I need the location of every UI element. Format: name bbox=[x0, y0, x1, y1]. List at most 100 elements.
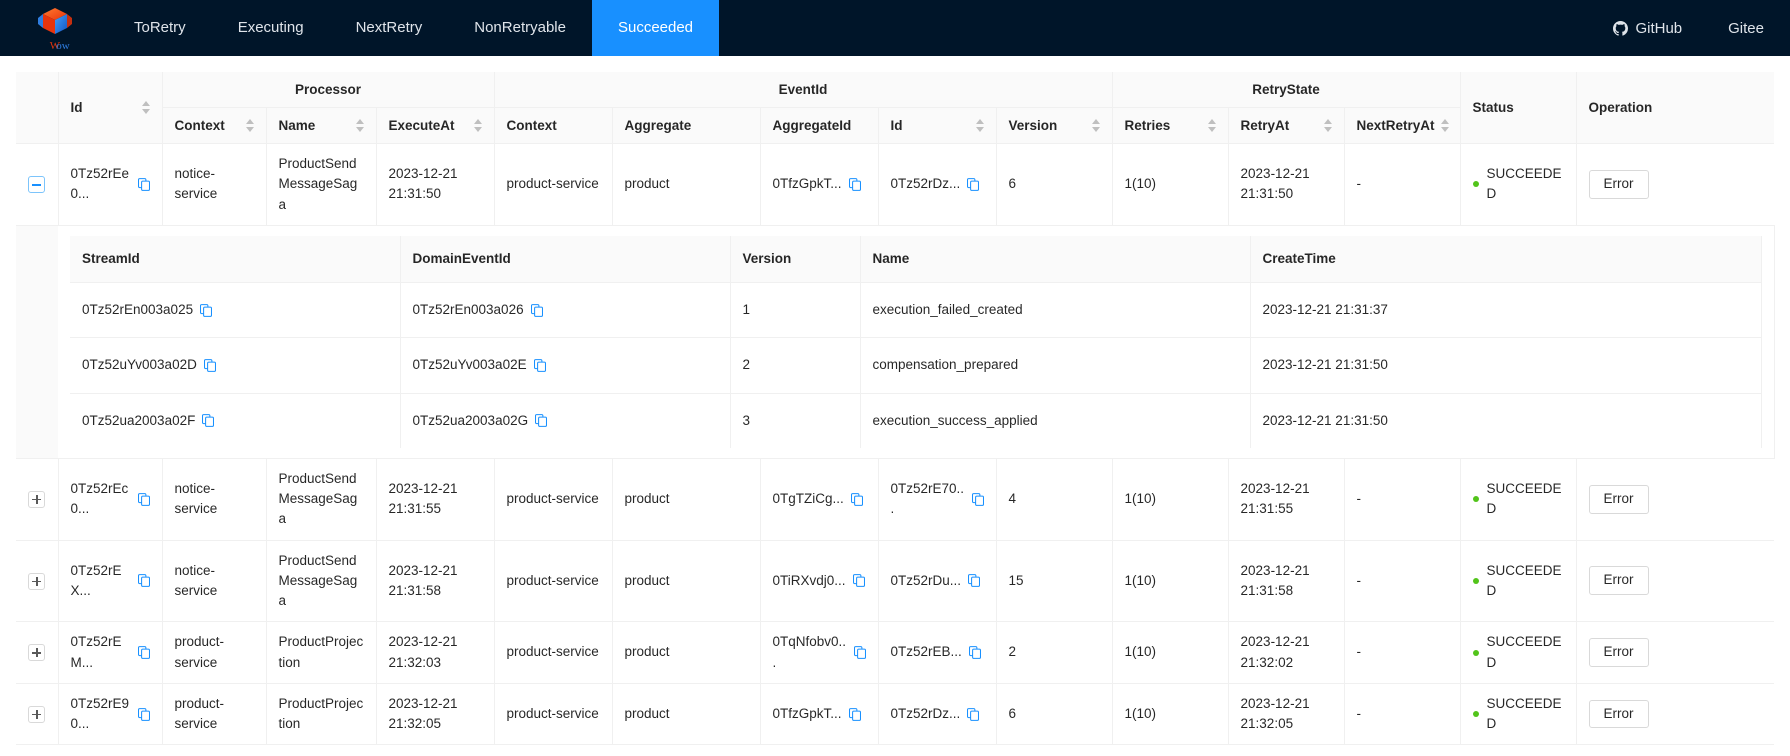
expand-row-button[interactable] bbox=[28, 572, 46, 590]
cell-event-version: 2 bbox=[996, 621, 1113, 684]
sub-header-streamid: StreamId bbox=[70, 235, 401, 283]
copy-icon[interactable] bbox=[137, 574, 150, 588]
copy-icon[interactable] bbox=[850, 492, 863, 506]
gitee-link[interactable]: Gitee bbox=[1728, 20, 1764, 37]
status-label: SUCCEEDED bbox=[1486, 562, 1562, 598]
header-id[interactable]: Id bbox=[58, 72, 163, 144]
nav-tab-succeeded[interactable]: Succeeded bbox=[591, 0, 720, 56]
header-retryat[interactable]: RetryAt bbox=[1228, 107, 1345, 144]
copy-icon[interactable] bbox=[535, 414, 548, 428]
header-status: Status bbox=[1460, 72, 1577, 144]
expand-row-button[interactable] bbox=[28, 705, 46, 723]
collapse-row-button[interactable] bbox=[28, 176, 46, 194]
copy-icon[interactable] bbox=[200, 303, 213, 317]
copy-icon[interactable] bbox=[853, 646, 866, 659]
sort-icon-processor-executeat[interactable] bbox=[473, 119, 482, 132]
expand-cell[interactable] bbox=[16, 683, 59, 746]
status-label: SUCCEEDED bbox=[1486, 695, 1562, 731]
cell-processor-name: ProductProjection bbox=[266, 683, 377, 746]
copy-icon[interactable] bbox=[968, 574, 981, 588]
expanded-row: StreamId DomainEventId Version Name Crea… bbox=[16, 225, 1775, 459]
sub-cell-domaineventid: 0Tz52uYv003a02E bbox=[400, 337, 731, 394]
cell-operation: Error bbox=[1576, 621, 1775, 684]
expand-row-button[interactable] bbox=[28, 490, 46, 508]
nav-tab-nonretryable[interactable]: NonRetryable bbox=[448, 0, 592, 56]
copy-icon[interactable] bbox=[137, 492, 150, 506]
expand-row-button[interactable] bbox=[28, 644, 46, 662]
copy-icon[interactable] bbox=[202, 414, 215, 428]
sort-icon-processor-name[interactable] bbox=[355, 119, 364, 132]
copy-icon[interactable] bbox=[967, 707, 980, 721]
expand-cell[interactable] bbox=[16, 143, 59, 226]
sub-cell-name: execution_success_applied bbox=[860, 393, 1251, 448]
github-link[interactable]: GitHub bbox=[1613, 20, 1682, 37]
header-event-id[interactable]: Id bbox=[878, 107, 997, 144]
retry-table: Id Processor EventId RetryState Status O… bbox=[16, 72, 1775, 746]
header-event-version-label: Version bbox=[1008, 118, 1058, 133]
header-processor-name[interactable]: Name bbox=[266, 107, 377, 144]
cell-event-aggregateid: 0TfzGpkT... bbox=[760, 143, 879, 226]
cell-processor-context: notice-service bbox=[162, 540, 267, 623]
sub-cell-streamid-text: 0Tz52uYv003a02D bbox=[82, 357, 197, 373]
sub-header-createtime: CreateTime bbox=[1250, 235, 1762, 283]
header-event-aggregate: Aggregate bbox=[612, 107, 761, 144]
app-logo[interactable]: W ow bbox=[0, 0, 88, 56]
copy-icon[interactable] bbox=[968, 646, 981, 659]
copy-icon[interactable] bbox=[137, 707, 150, 721]
error-button[interactable]: Error bbox=[1588, 638, 1649, 667]
sort-icon-processor-context[interactable] bbox=[245, 119, 254, 132]
nav-external-links: GitHub Gitee bbox=[1613, 0, 1764, 56]
sub-cell-streamid-text: 0Tz52rEn003a025 bbox=[82, 302, 194, 317]
sub-table-row: 0Tz52uYv003a02D 0Tz52uYv003a02E 2 compen… bbox=[70, 337, 1762, 394]
copy-icon[interactable] bbox=[852, 574, 865, 588]
copy-icon[interactable] bbox=[530, 303, 543, 317]
cell-event-version: 6 bbox=[996, 683, 1113, 746]
nav-tab-toretry[interactable]: ToRetry bbox=[108, 0, 212, 56]
expand-cell[interactable] bbox=[16, 458, 59, 541]
sub-cell-createtime: 2023-12-21 21:31:50 bbox=[1250, 393, 1762, 448]
expand-cell[interactable] bbox=[16, 621, 59, 684]
cell-processor-context: notice-service bbox=[162, 143, 267, 226]
copy-icon[interactable] bbox=[203, 358, 216, 372]
header-nextretryat[interactable]: NextRetryAt bbox=[1344, 107, 1461, 144]
copy-icon[interactable] bbox=[137, 177, 150, 191]
status-dot-icon bbox=[1472, 181, 1479, 188]
header-event-version[interactable]: Version bbox=[996, 107, 1113, 144]
expand-cell[interactable] bbox=[16, 540, 59, 623]
sort-icon-event-version[interactable] bbox=[1091, 119, 1100, 132]
sort-icon-retryat[interactable] bbox=[1323, 119, 1332, 132]
sort-icon-id[interactable] bbox=[141, 101, 150, 114]
cell-event-aggregate: product bbox=[612, 458, 761, 541]
table-row: 0Tz52rEe0... notice-service ProductSendM… bbox=[16, 143, 1775, 226]
error-button[interactable]: Error bbox=[1588, 484, 1649, 514]
error-button[interactable]: Error bbox=[1588, 699, 1649, 729]
copy-icon[interactable] bbox=[848, 177, 861, 191]
cell-id: 0Tz52rEM... bbox=[58, 621, 163, 684]
header-retries[interactable]: Retries bbox=[1112, 107, 1229, 144]
header-processor-executeat[interactable]: ExecuteAt bbox=[376, 107, 495, 144]
copy-icon[interactable] bbox=[971, 492, 984, 506]
copy-icon[interactable] bbox=[967, 177, 980, 191]
cell-retryat: 2023-12-21 21:32:02 bbox=[1228, 621, 1345, 684]
sub-header-domaineventid: DomainEventId bbox=[400, 235, 731, 283]
header-event-context: Context bbox=[494, 107, 613, 144]
sort-icon-nextretryat[interactable] bbox=[1440, 119, 1449, 132]
copy-icon[interactable] bbox=[848, 707, 861, 721]
copy-icon[interactable] bbox=[533, 358, 546, 372]
cell-processor-context: product-service bbox=[162, 621, 267, 684]
sort-icon-event-id[interactable] bbox=[975, 119, 984, 132]
header-processor-context[interactable]: Context bbox=[162, 107, 267, 144]
copy-icon[interactable] bbox=[137, 646, 150, 659]
header-processor-context-label: Context bbox=[174, 118, 225, 133]
nav-tab-executing[interactable]: Executing bbox=[212, 0, 330, 56]
status-dot-icon bbox=[1472, 496, 1479, 503]
sort-icon-retries[interactable] bbox=[1207, 119, 1216, 132]
nav-tab-nextretry[interactable]: NextRetry bbox=[330, 0, 449, 56]
sub-cell-streamid: 0Tz52rEn003a025 bbox=[70, 282, 401, 339]
cell-id-text: 0Tz52rEM... bbox=[70, 634, 122, 670]
error-button[interactable]: Error bbox=[1588, 566, 1649, 596]
sub-table-body: 0Tz52rEn003a025 0Tz52rEn003a026 1 execut… bbox=[70, 282, 1762, 448]
cell-processor-name: ProductProjection bbox=[266, 621, 377, 684]
error-button[interactable]: Error bbox=[1588, 169, 1649, 199]
header-event-aggregateid: AggregateId bbox=[760, 107, 879, 144]
